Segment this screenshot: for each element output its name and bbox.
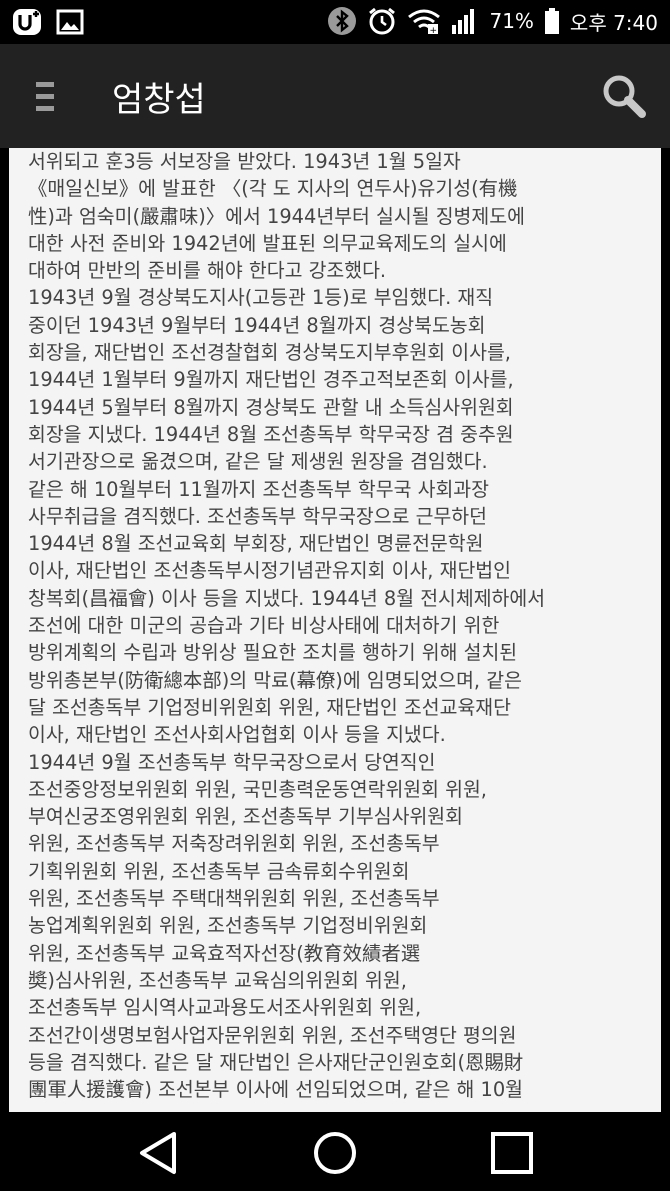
article-line: 중이던 1943년 9월부터 1944년 8월까지 경상북도농회 [28, 313, 486, 337]
article-line: 회장을, 재단법인 조선경찰협회 경상북도지부후원회 이사를, [28, 341, 511, 365]
article-line: 등을 겸직했다. 같은 달 재단법인 은사재단군인원호회(恩賜財 [28, 1050, 524, 1074]
svg-text:+: + [430, 26, 438, 35]
article-line: 1944년 9월 조선총독부 학무국장으로서 당연직인 [28, 750, 436, 774]
article-line: 농업계획위원회 위원, 조선총독부 기업정비위원회 [28, 914, 428, 938]
back-triangle-icon[interactable] [134, 1128, 184, 1178]
recents-square-icon[interactable] [487, 1128, 537, 1178]
system-nav-bar [0, 1112, 670, 1191]
article-line: 부여신궁조영위원회 위원, 조선총독부 기부심사위원회 [28, 805, 463, 829]
article-line: 대한 사전 준비와 1942년에 발표된 의무교육제도의 실시에 [28, 231, 507, 255]
article-line: 奬)심사위원, 조선총독부 교육심의위원회 위원, [28, 968, 407, 992]
home-circle-icon[interactable] [310, 1128, 360, 1178]
article-line: 서위되고 훈3등 서보장을 받았다. 1943년 1월 5일자 [28, 150, 461, 173]
page-title: 엄창섭 [112, 80, 206, 120]
battery-percent: 71% [489, 9, 534, 33]
article-line: 1944년 1월부터 9월까지 재단법인 경주고적보존회 이사를, [28, 368, 514, 392]
search-icon[interactable] [600, 72, 648, 120]
article-line: 방위계획의 수립과 방위상 필요한 조치를 행하기 위해 설치된 [28, 641, 518, 665]
article-line: 기획위원회 위원, 조선총독부 금속류회수위원회 [28, 859, 410, 883]
article-line: 사무취급을 겸직했다. 조선총독부 학무국장으로 근무하던 [28, 504, 487, 528]
hamburger-menu-icon[interactable] [30, 80, 64, 114]
article-line: 1944년 8월 조선교육회 부회장, 재단법인 명륜전문학원 [28, 532, 484, 556]
gallery-icon [56, 9, 84, 35]
status-right-icons: + 71% 오후 7:40 [327, 6, 658, 36]
wifi-icon: + [408, 9, 441, 35]
article-line: 대하여 만반의 준비를 해야 한다고 강조했다. [28, 259, 387, 283]
article-line: 1943년 9월 경상북도지사(고등관 1등)로 부임했다. 재직 [28, 286, 494, 310]
article-line: 방위총본부(防衛總本部)의 막료(幕僚)에 임명되었으며, 같은 [28, 668, 522, 692]
article-line: 조선중앙정보위원회 위원, 국민총력운동연락위원회 위원, [28, 777, 487, 801]
article-line: 《매일신보》에 발표한 〈(각 도 지사의 연두사)유기성(有機 [28, 177, 518, 201]
article-line: 위원, 조선총독부 저축장려위원회 위원, 조선총독부 [28, 832, 440, 856]
article-line: 회장을 지냈다. 1944년 8월 조선총독부 학무국장 겸 중추원 [28, 422, 514, 446]
alarm-icon [369, 7, 396, 35]
bluetooth-icon [328, 7, 357, 35]
article-body: 서위되고 훈3등 서보장을 받았다. 1943년 1월 5일자 《매일신보》에 … [28, 148, 661, 1103]
u-plus-icon [13, 9, 41, 35]
article-content[interactable]: 서위되고 훈3등 서보장을 받았다. 1943년 1월 5일자 《매일신보》에 … [9, 148, 661, 1112]
article-line: 이사, 재단법인 조선사회사업협회 이사 등을 지냈다. [28, 723, 446, 747]
article-line: 창복회(昌福會) 이사 등을 지냈다. 1944년 8월 전시체제하에서 [28, 586, 546, 610]
article-line: 이사, 재단법인 조선총독부시정기념관유지회 이사, 재단법인 [28, 559, 511, 583]
article-line: 위원, 조선총독부 주택대책위원회 위원, 조선총독부 [28, 887, 440, 911]
article-line: 1944년 5월부터 8월까지 경상북도 관할 내 소득심사위원회 [28, 395, 514, 419]
article-line: 조선간이생명보험사업자문위원회 위원, 조선주택영단 평의원 [28, 1023, 517, 1047]
article-line: 조선총독부 임시역사교과용도서조사위원회 위원, [28, 996, 422, 1020]
app-bar: 엄창섭 [0, 44, 670, 148]
status-clock: 오후 7:40 [569, 10, 658, 35]
article-line: 같은 해 10월부터 11월까지 조선총독부 학무국 사회과장 [28, 477, 489, 501]
article-line: 위원, 조선총독부 교육효적자선장(教育效績者選 [28, 941, 421, 965]
article-line: 性)과 엄숙미(嚴肅味)〉에서 1944년부터 실시될 징병제도에 [28, 204, 525, 228]
article-line: 조선에 대한 미군의 공습과 기타 비상사태에 대처하기 위한 [28, 614, 500, 638]
status-left-icons [12, 8, 84, 36]
article-line: 團軍人援護會) 조선본부 이사에 선임되었으며, 같은 해 10월 [28, 1078, 523, 1102]
battery-icon [544, 8, 559, 34]
signal-icon [452, 9, 475, 34]
status-bar: + 71% 오후 7:40 [0, 0, 670, 44]
article-line: 서기관장으로 옮겼으며, 같은 달 제생원 원장을 겸임했다. [28, 450, 488, 474]
article-line: 달 조선총독부 기업정비위원회 위원, 재단법인 조선교육재단 [28, 695, 511, 719]
